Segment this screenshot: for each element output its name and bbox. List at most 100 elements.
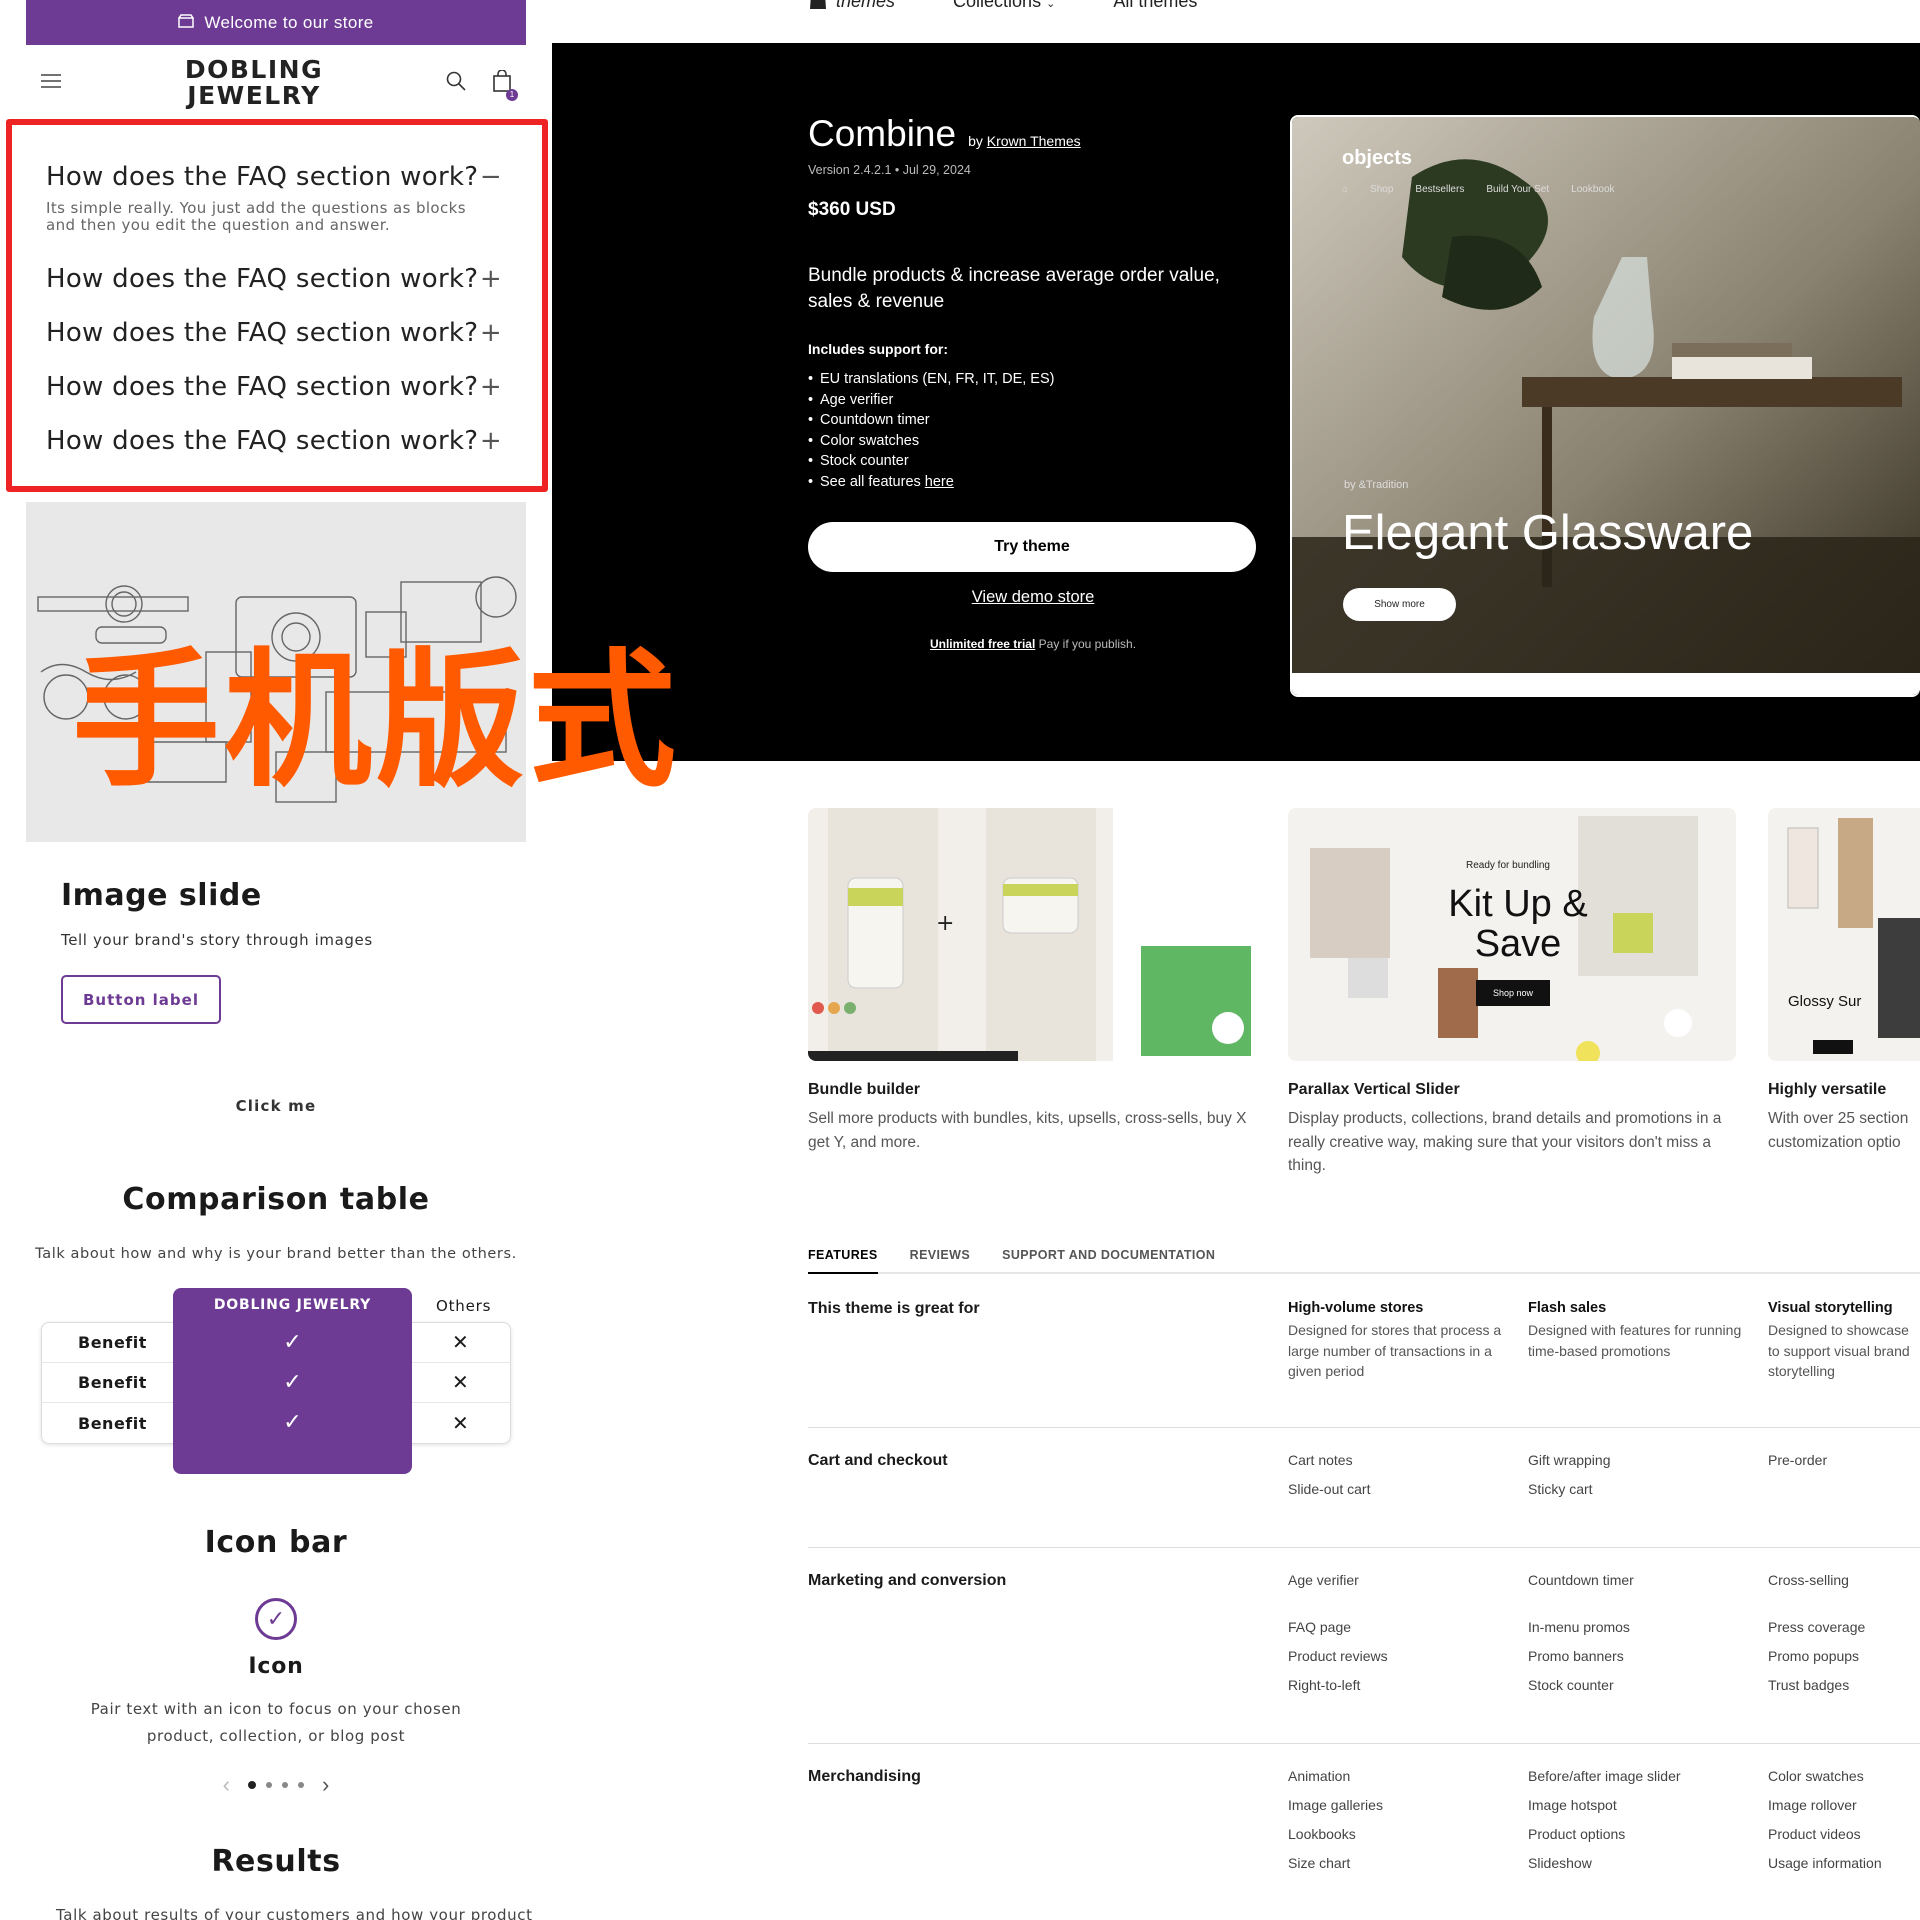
pager-dot[interactable]: [266, 1782, 272, 1788]
card-description: Display products, collections, brand det…: [1288, 1110, 1722, 1174]
author-link[interactable]: Krown Themes: [987, 133, 1081, 149]
check-icon: ✓: [283, 1409, 302, 1434]
feature-column: Gift wrapping Sticky cart: [1528, 1452, 1748, 1510]
group-description: Designed for stores that process a large…: [1288, 1322, 1502, 1379]
trial-text: Pay if you publish.: [1038, 637, 1137, 651]
benefit-label: Benefit: [78, 1373, 147, 1392]
feature-column: Before/after image slider Image hotspot …: [1528, 1768, 1748, 1884]
list-item: Product options: [1528, 1826, 1626, 1842]
group-description: Designed to showcase to support visual b…: [1768, 1322, 1910, 1379]
theme-tagline: Bundle products & increase average order…: [808, 265, 1220, 312]
faq-item-open[interactable]: How does the FAQ section work? −: [46, 150, 506, 204]
section-great-for: This theme is great for High-volume stor…: [808, 1300, 1920, 1428]
faq-section: How does the FAQ section work? − Its sim…: [26, 150, 526, 468]
includes-label: Includes support for:: [808, 341, 948, 357]
thumb-shop-button: Shop now: [1476, 980, 1550, 1006]
x-icon: ✕: [452, 1332, 469, 1354]
section-marketing: Marketing and conversion Age verifier FA…: [808, 1572, 1920, 1744]
trial-note: Unlimited free trial Pay if you publish.: [808, 637, 1258, 651]
list-item: Size chart: [1288, 1855, 1351, 1871]
check-icon: ✓: [283, 1369, 302, 1394]
group-title: Visual storytelling: [1768, 1300, 1893, 1316]
card-parallax-slider[interactable]: Ready for bundling Kit Up & Save Shop now…: [1288, 808, 1736, 1178]
pager-dot[interactable]: [282, 1782, 288, 1788]
list-item: Trust badges: [1768, 1677, 1850, 1693]
svg-text:+: +: [936, 911, 954, 936]
cart-icon[interactable]: 1: [492, 68, 518, 101]
faq-item[interactable]: How does the FAQ section work? +: [46, 306, 506, 360]
faq-item[interactable]: How does the FAQ section work? +: [46, 360, 506, 414]
icon-bar-text: Pair text with an icon to focus on your …: [90, 1700, 462, 1745]
group-description: Designed with features for running time-…: [1528, 1322, 1742, 1359]
card-bundle-builder[interactable]: + Bundle builder Sell more products with…: [808, 808, 1256, 1154]
thumb-headline: Glossy Sur: [1788, 993, 1862, 1010]
list-item: Lookbooks: [1288, 1826, 1356, 1842]
list-item: Usage information: [1768, 1855, 1882, 1871]
list-item: Image hotspot: [1528, 1797, 1617, 1813]
chevron-left-icon[interactable]: ‹: [223, 1772, 230, 1798]
faq-question: How does the FAQ section work?: [46, 426, 479, 456]
theme-author: by Krown Themes: [968, 133, 1081, 149]
card-highly-versatile[interactable]: Glossy Sur Highly versatile With over 25…: [1768, 808, 1920, 1154]
faq-item[interactable]: How does the FAQ section work? +: [46, 252, 506, 306]
chevron-right-icon[interactable]: ›: [322, 1772, 329, 1798]
store-logo[interactable]: DOBLING JEWELRY: [185, 57, 323, 109]
features-here-link[interactable]: here: [925, 474, 954, 490]
list-item: Image rollover: [1768, 1797, 1857, 1813]
feature-column: Countdown timer In-menu promos Promo ban…: [1528, 1572, 1748, 1706]
tab-support[interactable]: SUPPORT AND DOCUMENTATION: [1002, 1248, 1215, 1272]
check-icon: ✓: [283, 1329, 302, 1354]
themes-brand[interactable]: themes: [808, 0, 895, 15]
card-description: Sell more products with bundles, kits, u…: [808, 1110, 1247, 1151]
section-title: Merchandising: [808, 1768, 921, 1785]
preview-show-more: Show more: [1343, 588, 1456, 621]
pager-dot[interactable]: [298, 1782, 304, 1788]
faq-question: How does the FAQ section work?: [46, 318, 479, 348]
logo-line-1: DOBLING: [184, 55, 324, 84]
thumb-label: Ready for bundling: [1466, 860, 1550, 871]
group-title: High-volume stores: [1288, 1300, 1424, 1316]
faq-item[interactable]: How does the FAQ section work? +: [46, 414, 506, 468]
others-column-header: Others: [436, 1297, 492, 1315]
section-title: Cart and checkout: [808, 1452, 948, 1469]
click-me-link[interactable]: Click me: [26, 1097, 526, 1115]
plus-icon: +: [479, 264, 502, 294]
card-thumbnail: Ready for bundling Kit Up & Save Shop now: [1288, 808, 1736, 1061]
results-text: Talk about results of your customers and…: [56, 1906, 533, 1920]
tab-reviews[interactable]: REVIEWS: [910, 1248, 970, 1272]
list-item: EU translations (EN, FR, IT, DE, ES): [808, 369, 1258, 390]
mobile-layout-label: 手机版式: [72, 635, 680, 807]
list-item: Slide-out cart: [1288, 1481, 1371, 1497]
announcement-bar[interactable]: Welcome to our store: [26, 0, 526, 45]
feature-column: Cart notes Slide-out cart: [1288, 1452, 1508, 1510]
nav-all-themes[interactable]: All themes: [1113, 0, 1197, 12]
preview-link: Shop: [1370, 184, 1394, 195]
feature-column: Animation Image galleries Lookbooks Size…: [1288, 1768, 1508, 1884]
view-demo-link[interactable]: View demo store: [808, 588, 1258, 607]
release-date: Jul 29, 2024: [902, 163, 971, 177]
try-theme-button[interactable]: Try theme: [808, 522, 1256, 572]
x-icon: ✕: [452, 1412, 469, 1435]
tab-features[interactable]: FEATURES: [808, 1248, 878, 1274]
nav-collections-label: Collections: [953, 0, 1042, 11]
comparison-title: Comparison table: [122, 1182, 430, 1217]
preview-link: Lookbook: [1571, 184, 1615, 195]
list-item: Age verifier: [808, 390, 1258, 411]
theme-price: $360 USD: [808, 199, 896, 220]
faq-question: How does the FAQ section work?: [46, 372, 479, 402]
by-prefix: by: [968, 133, 983, 149]
free-trial-link[interactable]: Unlimited free trial: [930, 637, 1035, 651]
nav-collections[interactable]: Collections ⌄: [953, 0, 1055, 12]
list-item: Right-to-left: [1288, 1677, 1361, 1693]
feature-group: Flash sales Designed with features for r…: [1528, 1300, 1748, 1361]
list-item: Pre-order: [1768, 1452, 1828, 1468]
button-label-button[interactable]: Button label: [61, 975, 221, 1024]
list-item: In-menu promos: [1528, 1619, 1630, 1635]
search-icon[interactable]: [446, 71, 466, 96]
thumb-headline-line1: Kit Up &: [1448, 883, 1588, 925]
preview-link: Build Your Set: [1486, 184, 1550, 195]
brand-column: DOBLING JEWELRY ✓ ✓ ✓: [173, 1288, 412, 1474]
menu-icon[interactable]: [40, 73, 62, 94]
pager-dot[interactable]: [248, 1781, 256, 1789]
theme-preview-image[interactable]: objects ⌂ Shop Bestsellers Build Your Se…: [1290, 115, 1920, 697]
